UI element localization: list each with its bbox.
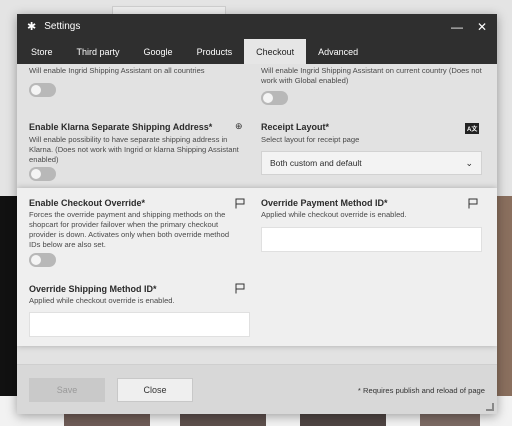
checkout-override-toggle[interactable] [29, 253, 56, 267]
receipt-layout-help: Select layout for receipt page [261, 135, 360, 144]
checkout-override-help: Forces the override payment and shipping… [29, 210, 230, 249]
settings-content: Will enable Ingrid Shipping Assistant on… [17, 64, 497, 364]
tab-bar: Store Third party Google Products Checko… [17, 39, 497, 64]
checkout-override-panel: Enable Checkout Override* Forces the ove… [17, 188, 497, 346]
tab-advanced[interactable]: Advanced [306, 39, 370, 64]
save-button[interactable]: Save [29, 378, 105, 402]
override-shipping-help: Applied while checkout override is enabl… [29, 296, 175, 305]
minimize-button[interactable]: — [451, 20, 463, 34]
tab-third-party[interactable]: Third party [65, 39, 132, 64]
dialog-titlebar: ✱ Settings — ✕ [17, 14, 497, 39]
tab-store[interactable]: Store [19, 39, 65, 64]
klarna-shipping-help: Will enable possibility to have separate… [29, 135, 239, 164]
receipt-layout-select[interactable]: Both custom and default ⌄ [261, 151, 482, 175]
close-icon[interactable]: ✕ [477, 20, 487, 34]
flag-icon [468, 198, 478, 209]
receipt-layout-label: Receipt Layout* [261, 122, 330, 132]
translate-icon: A文 [465, 123, 480, 134]
override-payment-input[interactable] [261, 227, 482, 252]
override-payment-help: Applied while checkout override is enabl… [261, 210, 407, 219]
settings-dialog: ✱ Settings — ✕ Store Third party Google … [17, 14, 497, 414]
klarna-shipping-label: Enable Klarna Separate Shipping Address* [29, 122, 213, 132]
flag-icon [235, 283, 245, 294]
override-payment-label: Override Payment Method ID* [261, 198, 388, 208]
chevron-down-icon: ⌄ [465, 157, 473, 168]
checkout-override-label: Enable Checkout Override* [29, 198, 146, 208]
klarna-shipping-toggle[interactable] [29, 167, 56, 181]
resize-handle[interactable] [486, 403, 494, 411]
gear-icon: ✱ [27, 21, 37, 33]
globe-icon: ⊕ [235, 121, 243, 131]
receipt-layout-value: Both custom and default [270, 158, 362, 168]
flag-icon [235, 198, 245, 209]
close-button[interactable]: Close [117, 378, 193, 402]
publish-note: * Requires publish and reload of page [357, 386, 485, 395]
all-countries-toggle[interactable] [29, 83, 56, 97]
all-countries-help: Will enable Ingrid Shipping Assistant on… [29, 66, 205, 75]
override-shipping-input[interactable] [29, 312, 250, 337]
dialog-title: Settings [44, 21, 81, 32]
override-shipping-label: Override Shipping Method ID* [29, 284, 157, 294]
tab-checkout[interactable]: Checkout [244, 39, 307, 64]
current-country-help: Will enable Ingrid Shipping Assistant on… [261, 66, 482, 85]
tab-google[interactable]: Google [132, 39, 185, 64]
current-country-toggle[interactable] [261, 91, 288, 105]
tab-products[interactable]: Products [185, 39, 245, 64]
dialog-footer: Save Close * Requires publish and reload… [17, 364, 497, 414]
